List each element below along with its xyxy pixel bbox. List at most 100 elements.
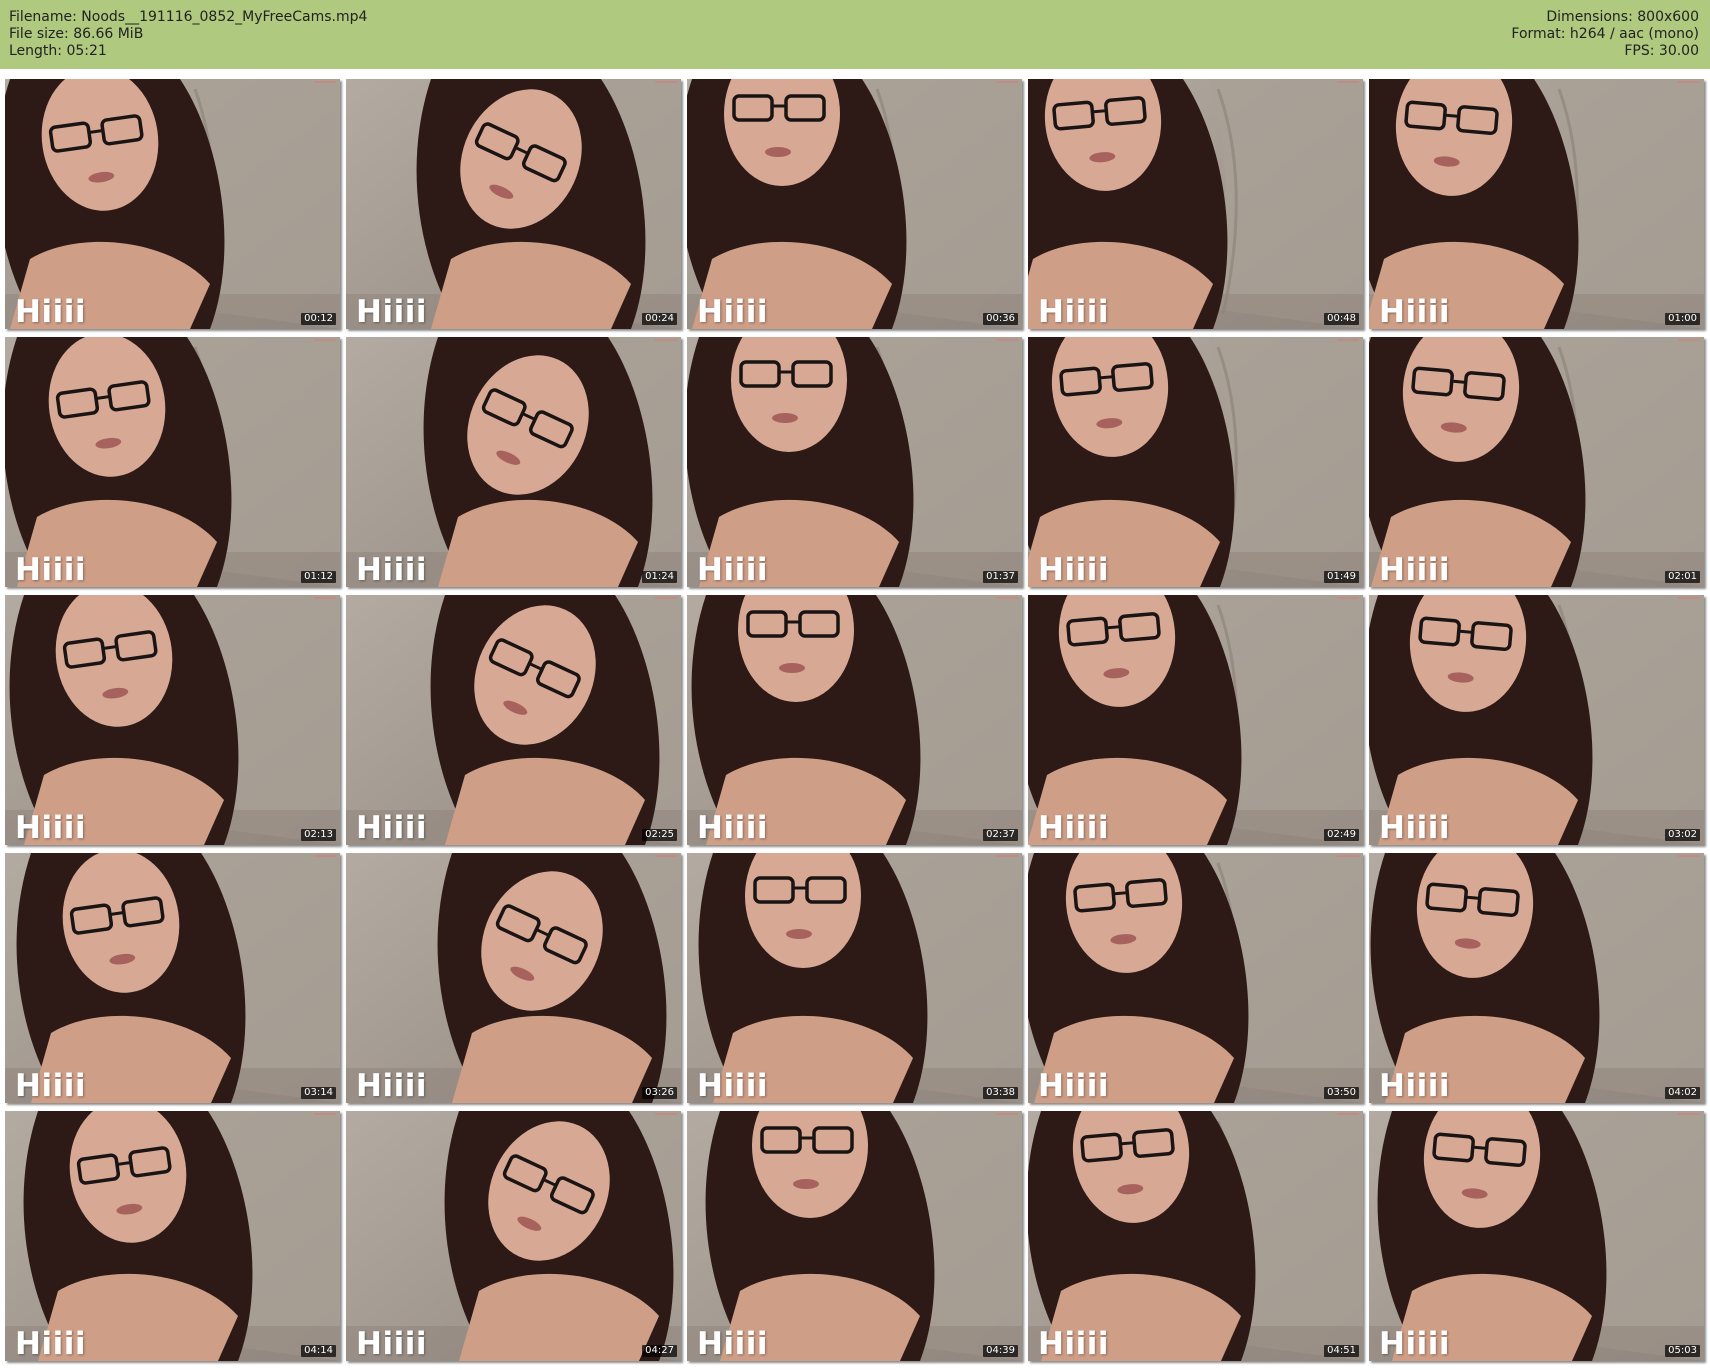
- frame-image: [346, 853, 681, 1103]
- overlay-caption: Hiiii: [1038, 1068, 1109, 1103]
- timestamp-badge: 00:48: [1324, 313, 1359, 325]
- timestamp-badge: 02:01: [1665, 571, 1700, 583]
- frame-image: [346, 337, 681, 587]
- frame-image: [346, 79, 681, 329]
- timestamp-badge: 00:36: [983, 313, 1018, 325]
- frame-image: [5, 79, 340, 329]
- overlay-caption: Hiiii: [1379, 552, 1450, 587]
- frame-image: [5, 853, 340, 1103]
- overlay-caption: Hiiii: [697, 810, 768, 845]
- watermark-mark: [1337, 855, 1359, 857]
- overlay-caption: Hiiii: [356, 1068, 427, 1103]
- frame-image: [1369, 1111, 1704, 1361]
- video-thumbnail[interactable]: Hiiii 01:12: [5, 337, 340, 587]
- video-thumbnail[interactable]: Hiiii 04:27: [346, 1111, 681, 1361]
- watermark-mark: [1678, 1113, 1700, 1115]
- video-thumbnail[interactable]: Hiiii 05:03: [1369, 1111, 1704, 1361]
- video-thumbnail[interactable]: Hiiii 03:14: [5, 853, 340, 1103]
- frame-image: [687, 853, 1022, 1103]
- watermark-mark: [314, 81, 336, 83]
- video-thumbnail[interactable]: Hiiii 01:37: [687, 337, 1022, 587]
- video-thumbnail[interactable]: Hiiii 04:14: [5, 1111, 340, 1361]
- overlay-caption: Hiiii: [356, 1326, 427, 1361]
- video-thumbnail[interactable]: Hiiii 00:24: [346, 79, 681, 329]
- video-thumbnail[interactable]: Hiiii 02:49: [1028, 595, 1363, 845]
- watermark-mark: [996, 339, 1018, 341]
- overlay-caption: Hiiii: [356, 810, 427, 845]
- timestamp-badge: 01:24: [642, 571, 677, 583]
- frame-image: [1028, 1111, 1363, 1361]
- overlay-caption: Hiiii: [356, 552, 427, 587]
- overlay-caption: Hiiii: [1038, 552, 1109, 587]
- frame-image: [5, 1111, 340, 1361]
- info-header: Filename: Noods__191116_0852_MyFreeCams.…: [0, 0, 1710, 69]
- video-thumbnail[interactable]: Hiiii 01:49: [1028, 337, 1363, 587]
- watermark-mark: [996, 855, 1018, 857]
- video-thumbnail[interactable]: Hiiii 00:48: [1028, 79, 1363, 329]
- watermark-mark: [1337, 339, 1359, 341]
- frame-image: [687, 1111, 1022, 1361]
- video-thumbnail[interactable]: Hiiii 03:02: [1369, 595, 1704, 845]
- frame-image: [1369, 337, 1704, 587]
- file-info: Filename: Noods__191116_0852_MyFreeCams.…: [9, 9, 367, 60]
- video-thumbnail[interactable]: Hiiii 03:26: [346, 853, 681, 1103]
- timestamp-badge: 01:00: [1665, 313, 1700, 325]
- frame-image: [687, 79, 1022, 329]
- timestamp-badge: 03:38: [983, 1087, 1018, 1099]
- watermark-mark: [655, 597, 677, 599]
- timestamp-badge: 03:14: [301, 1087, 336, 1099]
- frame-image: [1369, 853, 1704, 1103]
- video-thumbnail[interactable]: Hiiii 02:25: [346, 595, 681, 845]
- video-thumbnail[interactable]: Hiiii 00:12: [5, 79, 340, 329]
- overlay-caption: Hiiii: [15, 1068, 86, 1103]
- timestamp-badge: 04:51: [1324, 1345, 1359, 1357]
- video-thumbnail[interactable]: Hiiii 00:36: [687, 79, 1022, 329]
- video-thumbnail[interactable]: Hiiii 02:01: [1369, 337, 1704, 587]
- filename-text: Filename: Noods__191116_0852_MyFreeCams.…: [9, 9, 368, 25]
- timestamp-badge: 00:12: [301, 313, 336, 325]
- frame-image: [1028, 595, 1363, 845]
- overlay-caption: Hiiii: [1379, 1068, 1450, 1103]
- frame-image: [5, 595, 340, 845]
- video-thumbnail[interactable]: Hiiii 01:24: [346, 337, 681, 587]
- video-thumbnail[interactable]: Hiiii 02:13: [5, 595, 340, 845]
- timestamp-badge: 03:50: [1324, 1087, 1359, 1099]
- video-info: Dimensions: 800x600 Format: h264 / aac (…: [1511, 9, 1699, 60]
- overlay-caption: Hiiii: [15, 294, 86, 329]
- watermark-mark: [1337, 597, 1359, 599]
- frame-image: [346, 595, 681, 845]
- timestamp-badge: 00:24: [642, 313, 677, 325]
- timestamp-badge: 04:14: [301, 1345, 336, 1357]
- timestamp-badge: 05:03: [1665, 1345, 1700, 1357]
- timestamp-badge: 04:39: [983, 1345, 1018, 1357]
- video-thumbnail[interactable]: Hiiii 03:38: [687, 853, 1022, 1103]
- overlay-caption: Hiiii: [1379, 1326, 1450, 1361]
- frame-image: [346, 1111, 681, 1361]
- format-text: Format: h264 / aac (mono): [1511, 26, 1699, 42]
- video-thumbnail[interactable]: Hiiii 02:37: [687, 595, 1022, 845]
- overlay-caption: Hiiii: [15, 1326, 86, 1361]
- overlay-caption: Hiiii: [697, 294, 768, 329]
- video-thumbnail[interactable]: Hiiii 03:50: [1028, 853, 1363, 1103]
- watermark-mark: [1678, 81, 1700, 83]
- watermark-mark: [1337, 1113, 1359, 1115]
- overlay-caption: Hiiii: [697, 1068, 768, 1103]
- watermark-mark: [996, 1113, 1018, 1115]
- overlay-caption: Hiiii: [1379, 294, 1450, 329]
- fps-text: FPS: 30.00: [1624, 43, 1699, 59]
- timestamp-badge: 01:49: [1324, 571, 1359, 583]
- watermark-mark: [314, 855, 336, 857]
- watermark-mark: [996, 81, 1018, 83]
- watermark-mark: [655, 339, 677, 341]
- frame-image: [1369, 595, 1704, 845]
- timestamp-badge: 02:49: [1324, 829, 1359, 841]
- watermark-mark: [1678, 339, 1700, 341]
- timestamp-badge: 02:13: [301, 829, 336, 841]
- timestamp-badge: 02:37: [983, 829, 1018, 841]
- overlay-caption: Hiiii: [1038, 1326, 1109, 1361]
- watermark-mark: [1678, 597, 1700, 599]
- video-thumbnail[interactable]: Hiiii 04:02: [1369, 853, 1704, 1103]
- video-thumbnail[interactable]: Hiiii 04:39: [687, 1111, 1022, 1361]
- video-thumbnail[interactable]: Hiiii 04:51: [1028, 1111, 1363, 1361]
- video-thumbnail[interactable]: Hiiii 01:00: [1369, 79, 1704, 329]
